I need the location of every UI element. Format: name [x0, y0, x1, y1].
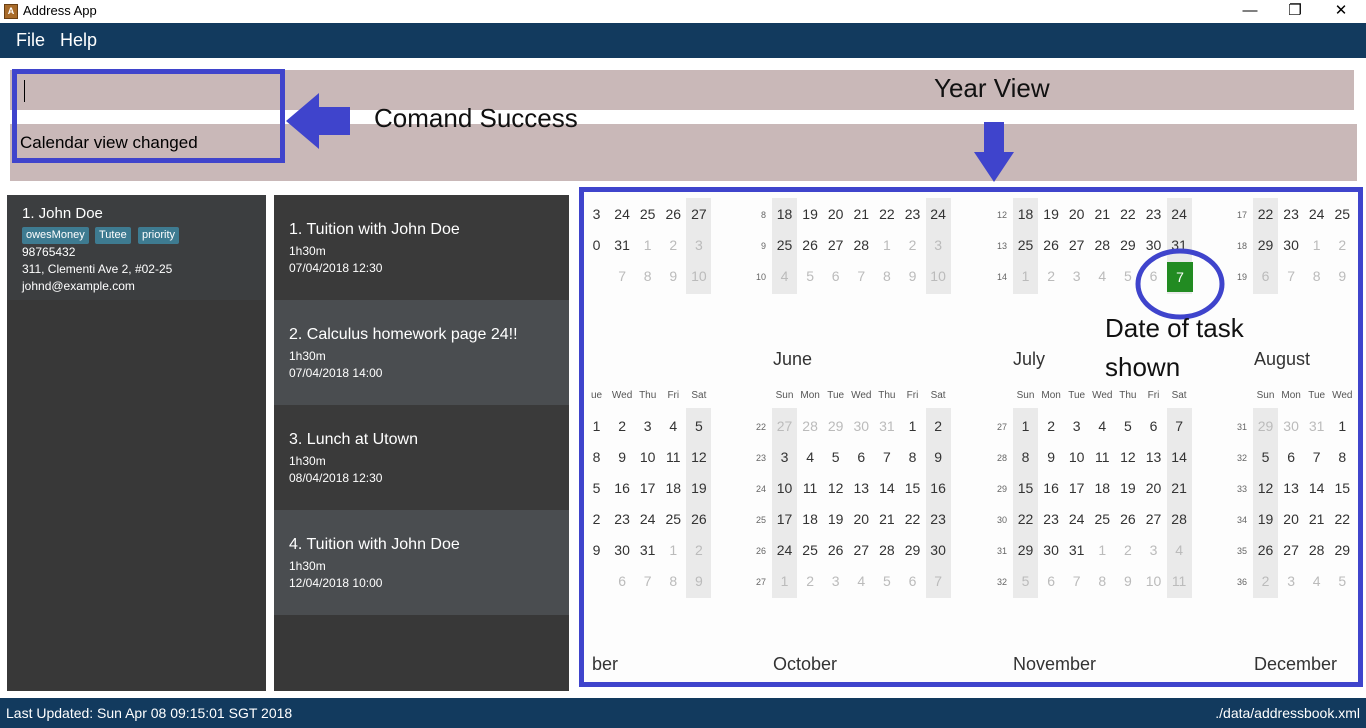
last-updated-text: Last Updated: Sun Apr 08 09:15:01 SGT 20…: [6, 705, 293, 721]
window-title: Address App: [23, 3, 97, 18]
task-datetime: 12/04/2018 10:00: [289, 576, 383, 590]
menu-file[interactable]: File: [16, 30, 45, 51]
annotation-shown: shown: [1105, 352, 1181, 382]
restore-icon[interactable]: ❐: [1272, 0, 1318, 23]
year-view-frame: [579, 187, 1363, 687]
task-duration: 1h30m: [289, 454, 326, 468]
person-phone: 98765432: [22, 245, 76, 259]
task-datetime: 07/04/2018 12:30: [289, 261, 383, 275]
tag-tutee: Tutee: [95, 227, 131, 244]
title-bar: A Address App — ❐ ✕: [0, 0, 1366, 23]
left-arrow-icon: [286, 93, 350, 149]
down-arrow-icon: [974, 122, 1014, 182]
task-duration: 1h30m: [289, 349, 326, 363]
task-duration: 1h30m: [289, 244, 326, 258]
task-title: 4. Tuition with John Doe: [289, 536, 460, 553]
person-address: 311, Clementi Ave 2, #02-25: [22, 262, 173, 276]
task-title: 1. Tuition with John Doe: [289, 221, 460, 238]
person-name: 1. John Doe: [22, 205, 103, 222]
menu-help[interactable]: Help: [60, 30, 97, 51]
annotation-date-of-task: Date of task: [1105, 313, 1244, 343]
person-email: johnd@example.com: [22, 279, 135, 293]
tag-owesmoney: owesMoney: [22, 227, 89, 244]
task-duration: 1h30m: [289, 559, 326, 573]
annotation-command-success: Comand Success: [374, 103, 578, 133]
circle-highlight-icon: [1135, 248, 1225, 320]
close-icon[interactable]: ✕: [1318, 0, 1364, 23]
annotation-year-view: Year View: [934, 73, 1050, 103]
task-title: 2. Calculus homework page 24!!: [289, 326, 518, 343]
file-path-text: ./data/addressbook.xml: [1215, 705, 1360, 721]
app-icon: A: [4, 4, 18, 19]
command-highlight-box: [12, 69, 285, 163]
tag-priority: priority: [138, 227, 180, 244]
menu-bar: File Help: [0, 23, 1366, 58]
task-datetime: 07/04/2018 14:00: [289, 366, 383, 380]
minimize-icon[interactable]: —: [1227, 0, 1273, 23]
task-datetime: 08/04/2018 12:30: [289, 471, 383, 485]
task-title: 3. Lunch at Utown: [289, 431, 418, 448]
